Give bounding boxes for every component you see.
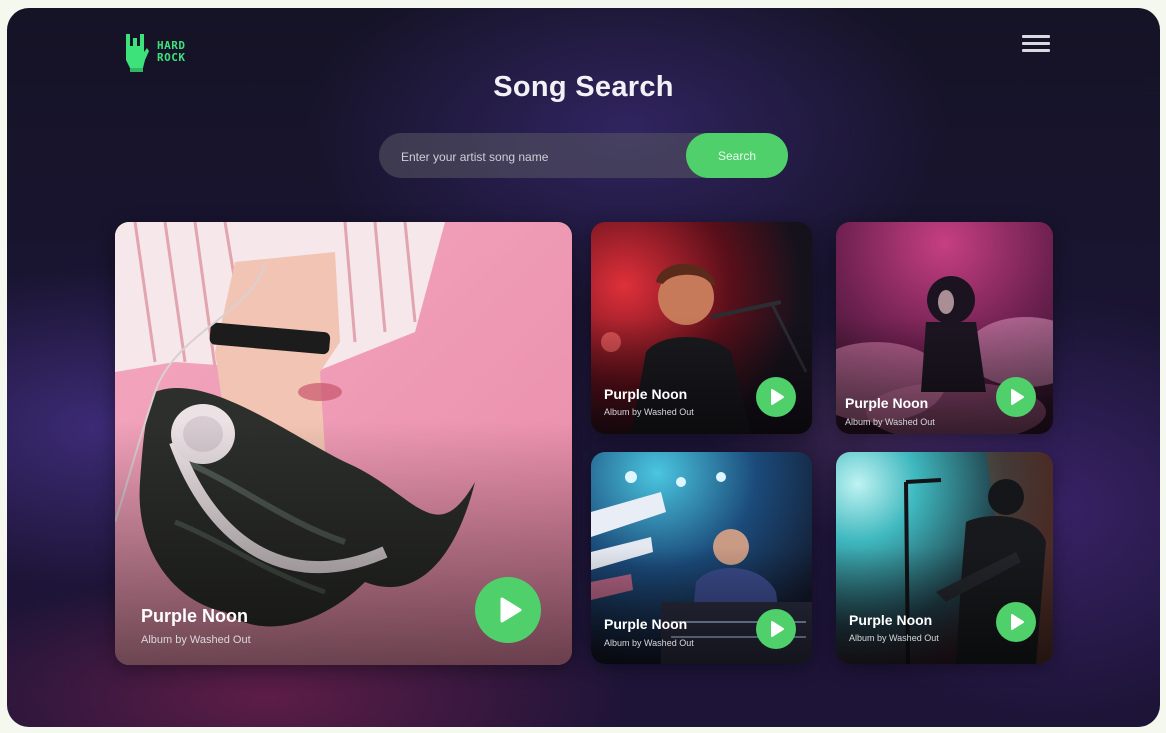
logo-text: HARD ROCK <box>157 39 186 64</box>
search-input[interactable] <box>399 133 683 180</box>
song-title: Purple Noon <box>849 612 933 628</box>
play-button[interactable] <box>996 602 1036 642</box>
play-button[interactable] <box>756 377 796 417</box>
play-icon <box>771 389 784 405</box>
song-title: Purple Noon <box>604 386 688 402</box>
hamburger-menu-icon[interactable] <box>1022 35 1050 55</box>
rock-hand-icon <box>126 34 149 72</box>
logo[interactable]: HARD ROCK <box>121 30 197 74</box>
play-button[interactable] <box>996 377 1036 417</box>
song-title: Purple Noon <box>604 616 688 632</box>
song-subtitle: Album by Washed Out <box>849 633 939 643</box>
song-title: Purple Noon <box>845 395 929 411</box>
play-icon <box>500 597 522 623</box>
search-bar: Search <box>379 133 788 180</box>
play-icon <box>1011 614 1024 630</box>
play-icon <box>771 621 784 637</box>
song-subtitle: Album by Washed Out <box>604 638 694 648</box>
play-button[interactable] <box>756 609 796 649</box>
song-subtitle: Album by Washed Out <box>845 417 935 427</box>
song-card[interactable]: Purple Noon Album by Washed Out <box>836 452 1053 664</box>
song-subtitle: Album by Washed Out <box>604 407 694 417</box>
page-title: Song Search <box>493 71 674 103</box>
song-card[interactable]: Purple Noon Album by Washed Out <box>836 222 1053 434</box>
song-card[interactable]: Purple Noon Album by Washed Out <box>591 452 812 664</box>
search-button[interactable]: Search <box>686 133 788 178</box>
play-button[interactable] <box>475 577 541 643</box>
song-title: Purple Noon <box>141 606 248 626</box>
app-window: HARD ROCK Song Search Search <box>7 8 1160 727</box>
song-card[interactable]: Purple Noon Album by Washed Out <box>591 222 812 434</box>
play-icon <box>1011 389 1024 405</box>
song-card-featured[interactable]: Purple Noon Album by Washed Out <box>115 222 572 665</box>
song-subtitle: Album by Washed Out <box>141 634 251 646</box>
